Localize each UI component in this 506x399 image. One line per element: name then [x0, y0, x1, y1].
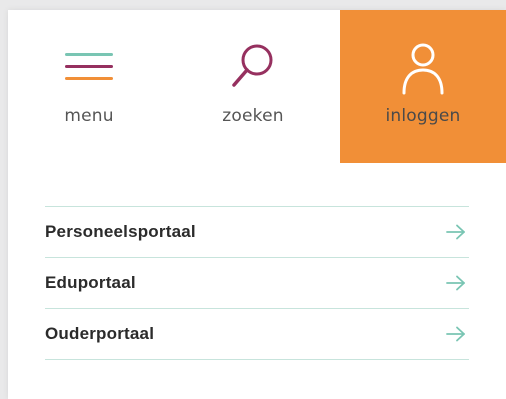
portal-link-list: Personeelsportaal Eduportaal Ouderportaa…: [45, 206, 469, 360]
header-toolbar: menu zoeken inloggen: [8, 10, 506, 163]
arrow-right-icon: [445, 223, 467, 241]
user-icon: [393, 42, 453, 95]
login-label: inloggen: [385, 106, 461, 126]
portal-link-ouderportaal[interactable]: Ouderportaal: [45, 309, 469, 360]
menu-label: menu: [64, 106, 114, 126]
portal-link-eduportaal[interactable]: Eduportaal: [45, 258, 469, 309]
search-button[interactable]: zoeken: [198, 10, 308, 163]
login-button[interactable]: inloggen: [340, 10, 506, 163]
portal-link-label: Personeelsportaal: [45, 222, 196, 241]
menu-button[interactable]: menu: [36, 10, 142, 163]
portal-link-label: Ouderportaal: [45, 324, 155, 343]
arrow-right-icon: [445, 274, 467, 292]
magnifier-icon: [223, 42, 283, 92]
search-label: zoeken: [222, 106, 284, 126]
hamburger-menu-icon: [59, 42, 119, 92]
login-dropdown-panel: menu zoeken inloggen Personeelsportaal E…: [8, 10, 506, 399]
arrow-right-icon: [445, 325, 467, 343]
portal-link-personeelsportaal[interactable]: Personeelsportaal: [45, 207, 469, 258]
portal-link-label: Eduportaal: [45, 273, 136, 292]
